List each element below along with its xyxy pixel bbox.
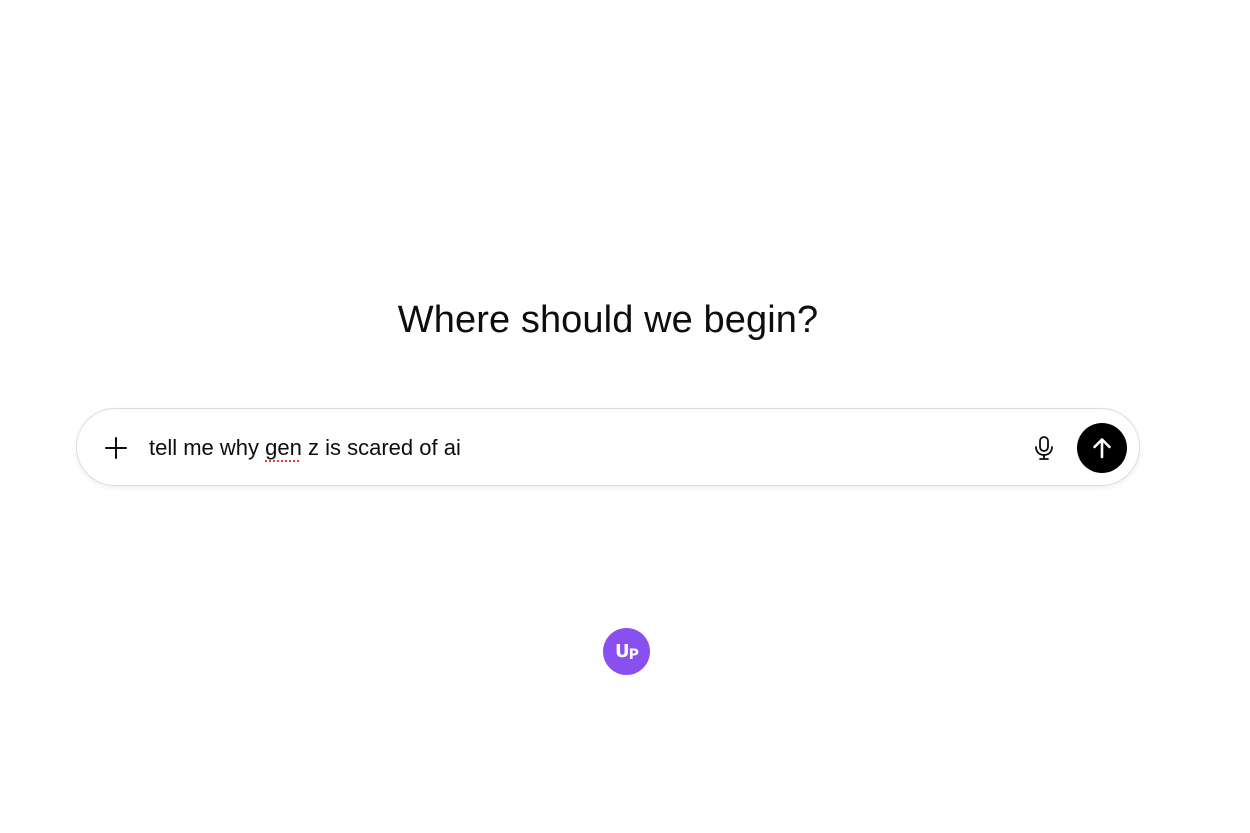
prompt-text-end: z is scared of ai	[301, 435, 461, 460]
page-title: Where should we begin?	[397, 299, 819, 341]
badge-letter-u: U	[615, 641, 630, 662]
plus-icon	[105, 437, 127, 459]
prompt-text-start: tell me why	[149, 435, 266, 460]
add-attachment-button[interactable]	[99, 431, 133, 465]
send-button[interactable]	[1077, 423, 1127, 473]
microphone-icon	[1035, 436, 1053, 460]
arrow-up-icon	[1093, 438, 1111, 459]
voice-input-button[interactable]	[1027, 431, 1061, 465]
prompt-composer[interactable]: tell me why gen z is scared of ai	[76, 408, 1140, 486]
prompt-misspelled-word: gen	[265, 435, 302, 460]
badge-letter-p: P	[628, 646, 639, 663]
prompt-input[interactable]: tell me why gen z is scared of ai	[149, 433, 461, 463]
chat-start-page: Where should we begin? tell me why gen z…	[0, 0, 1250, 833]
app-badge-logo: UP	[603, 628, 650, 675]
